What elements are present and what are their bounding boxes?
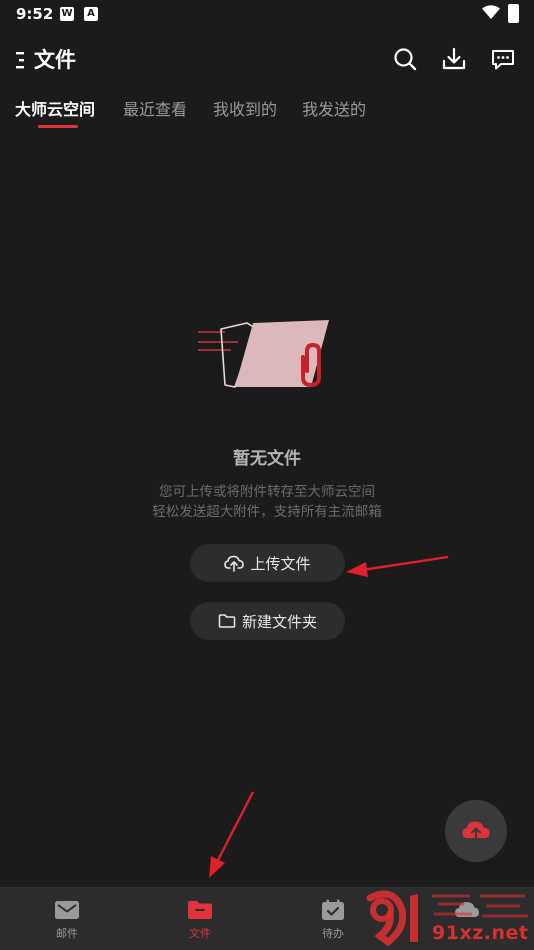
- watermark-text: 91xz.net: [432, 922, 529, 944]
- tab-bar: 大师云空间 最近查看 我收到的 我发送的: [0, 90, 534, 134]
- search-icon[interactable]: [392, 46, 418, 72]
- nav-item-mail[interactable]: 邮件: [0, 887, 134, 950]
- download-icon[interactable]: [441, 46, 467, 72]
- upload-file-button[interactable]: 上传文件: [190, 544, 345, 582]
- active-tab-indicator: [38, 125, 78, 128]
- tab-cloud-space[interactable]: 大师云空间: [15, 96, 95, 120]
- tab-sent[interactable]: 我发送的: [302, 96, 366, 120]
- message-icon[interactable]: [490, 46, 516, 72]
- nav-item-files[interactable]: 文件: [133, 887, 267, 950]
- wifi-icon: [482, 5, 500, 19]
- status-bar: 9:52 W A: [0, 0, 534, 28]
- nav-label-mail: 邮件: [56, 927, 78, 940]
- todo-icon: [322, 899, 344, 920]
- folder-icon: [188, 901, 212, 919]
- tab-received[interactable]: 我收到的: [213, 96, 277, 120]
- mail-icon: [55, 901, 79, 919]
- empty-state-title: 暂无文件: [233, 449, 301, 469]
- a-notification-icon: A: [84, 7, 98, 21]
- cloud-upload-icon: [462, 821, 490, 841]
- folder-outline-icon: [218, 614, 236, 628]
- wps-notification-icon: W: [60, 7, 74, 21]
- empty-state-desc-line1: 您可上传或将附件转存至大师云空间: [159, 484, 375, 500]
- empty-state-desc-line2: 轻松发送超大附件，支持所有主流邮箱: [152, 504, 382, 520]
- upload-fab[interactable]: [445, 800, 507, 862]
- page-title: 文件: [34, 48, 76, 72]
- new-folder-button[interactable]: 新建文件夹: [190, 602, 345, 640]
- cloud-upload-icon: [224, 555, 245, 572]
- nav-label-files: 文件: [189, 927, 211, 940]
- app-header: 文件: [0, 38, 534, 82]
- status-time: 9:52: [16, 5, 54, 23]
- tab-recent[interactable]: 最近查看: [123, 96, 187, 120]
- menu-icon[interactable]: [16, 51, 28, 69]
- empty-folder-illustration: [198, 320, 329, 388]
- new-folder-label: 新建文件夹: [241, 612, 317, 631]
- upload-file-label: 上传文件: [250, 554, 311, 573]
- battery-icon: [508, 4, 519, 23]
